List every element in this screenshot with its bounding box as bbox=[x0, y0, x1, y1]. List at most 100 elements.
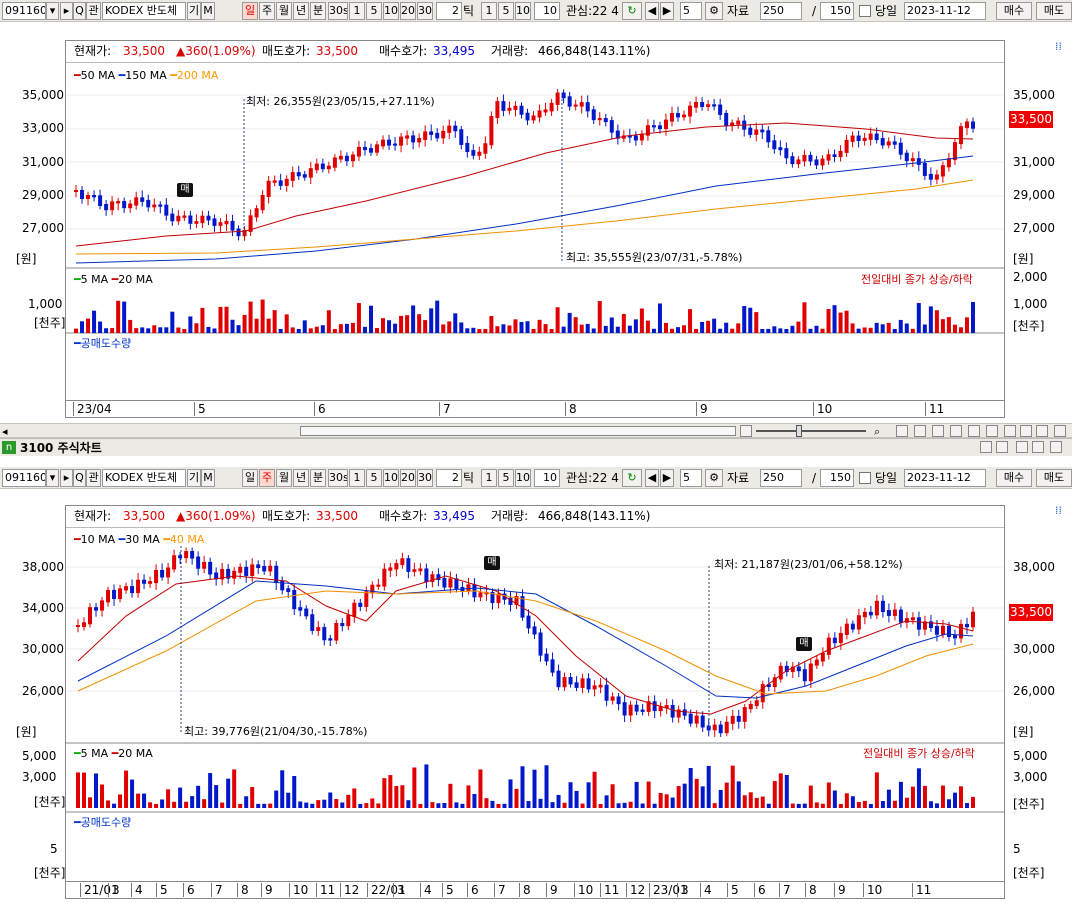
tool-icon[interactable] bbox=[950, 425, 962, 437]
next-icon[interactable]: ▶ bbox=[660, 2, 674, 20]
interval-button[interactable]: 10 bbox=[383, 2, 399, 20]
period-tab[interactable]: 분 bbox=[310, 469, 326, 487]
interval-button[interactable]: 1 bbox=[349, 469, 365, 487]
period-tab[interactable]: 주 bbox=[259, 2, 275, 20]
period-tab[interactable]: 월 bbox=[276, 469, 292, 487]
period-tab[interactable]: 주 bbox=[259, 469, 275, 487]
prev-icon[interactable]: ◀ bbox=[645, 469, 659, 487]
interval-button[interactable]: 30 bbox=[417, 2, 433, 20]
volume-bar bbox=[134, 328, 139, 333]
tick-interval-button[interactable]: 10 bbox=[515, 469, 531, 487]
scroll-thumb[interactable] bbox=[300, 426, 736, 436]
candle-body bbox=[562, 677, 567, 688]
chart1-panel[interactable]: 현재가: 33,500 ▲360(1.09%) 매도호가: 33,500 매수호… bbox=[65, 40, 1005, 401]
interval-button[interactable]: 10 bbox=[383, 469, 399, 487]
maximize-icon[interactable] bbox=[1032, 441, 1044, 453]
settings-icon[interactable]: ⚙ bbox=[705, 2, 723, 20]
volume-bar bbox=[448, 783, 453, 808]
date-select[interactable]: 2023-11-12 bbox=[904, 2, 986, 20]
scroll-left-icon[interactable]: ◂ bbox=[2, 425, 14, 438]
panel-options-icon[interactable]: ⁞⁞ bbox=[1055, 504, 1067, 517]
interval-button[interactable]: 1 bbox=[349, 2, 365, 20]
tool-icon[interactable] bbox=[1020, 425, 1032, 437]
tick-num-input[interactable]: 10 bbox=[534, 2, 560, 20]
tool-icon[interactable] bbox=[1036, 425, 1048, 437]
tick-interval-button[interactable]: 10 bbox=[515, 2, 531, 20]
interval-button[interactable]: 30 bbox=[417, 469, 433, 487]
volume-bar bbox=[814, 802, 819, 808]
tick-input[interactable]: 2 bbox=[436, 469, 462, 487]
close-icon[interactable] bbox=[1050, 441, 1062, 453]
period-tab[interactable]: 일 bbox=[242, 469, 258, 487]
m-button[interactable]: M bbox=[201, 469, 215, 487]
minimize-icon[interactable] bbox=[1016, 441, 1028, 453]
window-btn-2-icon[interactable] bbox=[996, 441, 1008, 453]
interval-button[interactable]: 20 bbox=[400, 469, 416, 487]
panel-options-icon[interactable]: ⁞⁞ bbox=[1055, 40, 1067, 53]
period-tab[interactable]: 분 bbox=[310, 2, 326, 20]
dangil-checkbox[interactable] bbox=[859, 472, 871, 484]
tick-num-input[interactable]: 10 bbox=[534, 469, 560, 487]
gi-button[interactable]: 기 bbox=[187, 2, 201, 20]
period-tab[interactable]: 일 bbox=[242, 2, 258, 20]
code-input[interactable]: 091160 bbox=[2, 469, 46, 487]
tool-icon[interactable] bbox=[986, 425, 998, 437]
gwan-button[interactable]: 관 bbox=[86, 469, 101, 487]
tool-icon[interactable] bbox=[1004, 425, 1016, 437]
sell-button[interactable]: 매도 bbox=[1036, 469, 1072, 487]
period-tab[interactable]: 년 bbox=[293, 2, 309, 20]
jaryo-select[interactable]: 250 bbox=[760, 469, 802, 487]
nav-input[interactable]: 5 bbox=[680, 2, 702, 20]
interval-button[interactable]: 5 bbox=[366, 469, 382, 487]
chart2-panel[interactable]: 현재가: 33,500 ▲360(1.09%) 매도호가: 33,500 매수호… bbox=[65, 505, 1005, 882]
gwan-button[interactable]: 관 bbox=[86, 2, 101, 20]
play-icon[interactable]: ▸ bbox=[60, 469, 73, 487]
prev-icon[interactable]: ◀ bbox=[645, 2, 659, 20]
volume-bar bbox=[718, 789, 723, 808]
dangil-checkbox[interactable] bbox=[859, 5, 871, 17]
next-icon[interactable]: ▶ bbox=[660, 469, 674, 487]
m-button[interactable]: M bbox=[201, 2, 215, 20]
zoom-slider-handle[interactable] bbox=[796, 425, 802, 437]
code-input[interactable]: 091160 bbox=[2, 2, 46, 20]
tool-icon[interactable] bbox=[968, 425, 980, 437]
sell-button[interactable]: 매도 bbox=[1036, 2, 1072, 20]
tick-input[interactable]: 2 bbox=[436, 2, 462, 20]
tool-icon[interactable] bbox=[896, 425, 908, 437]
period-tab[interactable]: 월 bbox=[276, 2, 292, 20]
chart1-scrollbar[interactable]: ◂ ⌕ bbox=[0, 423, 1072, 438]
tool-icon[interactable] bbox=[932, 425, 944, 437]
gi-button[interactable]: 기 bbox=[187, 469, 201, 487]
buy-button[interactable]: 매수 bbox=[996, 2, 1032, 20]
refresh-icon[interactable]: ↻ bbox=[622, 2, 642, 20]
code-dropdown-icon[interactable]: ▾ bbox=[46, 2, 59, 20]
tick-interval-button[interactable]: 5 bbox=[498, 2, 514, 20]
nav-input[interactable]: 5 bbox=[680, 469, 702, 487]
tool-icon[interactable] bbox=[914, 425, 926, 437]
count-input[interactable]: 150 bbox=[820, 2, 854, 20]
volume-bar bbox=[820, 328, 825, 333]
scroll-right-icon[interactable] bbox=[740, 425, 752, 437]
interval-button[interactable]: 20 bbox=[400, 2, 416, 20]
zoom-slider-track[interactable] bbox=[756, 430, 866, 432]
play-icon[interactable]: ▸ bbox=[60, 2, 73, 20]
interval-button[interactable]: 5 bbox=[366, 2, 382, 20]
tick-interval-button[interactable]: 1 bbox=[481, 2, 497, 20]
settings-icon[interactable]: ⚙ bbox=[705, 469, 723, 487]
count-input[interactable]: 150 bbox=[820, 469, 854, 487]
period-tab[interactable]: 년 bbox=[293, 469, 309, 487]
code-dropdown-icon[interactable]: ▾ bbox=[46, 469, 59, 487]
jaryo-select[interactable]: 250 bbox=[760, 2, 802, 20]
buy-button[interactable]: 매수 bbox=[996, 469, 1032, 487]
search-icon[interactable]: Q bbox=[73, 2, 86, 20]
min-select[interactable]: 30s bbox=[328, 2, 348, 20]
min-select[interactable]: 30s bbox=[328, 469, 348, 487]
tool-icon[interactable] bbox=[1054, 425, 1066, 437]
refresh-icon[interactable]: ↻ bbox=[622, 469, 642, 487]
date-select[interactable]: 2023-11-12 bbox=[904, 469, 986, 487]
tick-interval-button[interactable]: 1 bbox=[481, 469, 497, 487]
search-icon[interactable]: Q bbox=[73, 469, 86, 487]
tick-interval-button[interactable]: 5 bbox=[498, 469, 514, 487]
window-btn-1-icon[interactable] bbox=[980, 441, 992, 453]
zoom-icon[interactable]: ⌕ bbox=[874, 425, 886, 438]
